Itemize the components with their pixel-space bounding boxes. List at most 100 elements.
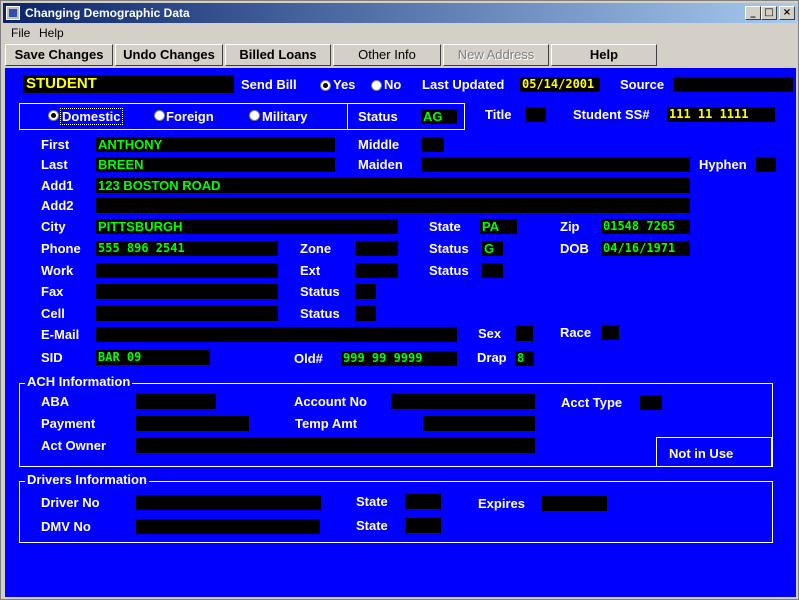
send-bill-yes-radio[interactable] xyxy=(320,80,331,91)
ach-group-title: ACH Information xyxy=(25,374,133,389)
menu-bar: File Help xyxy=(3,23,798,42)
foreign-radio[interactable] xyxy=(154,110,165,121)
address-status-label: Status xyxy=(358,109,398,124)
middle-name-field[interactable] xyxy=(422,137,444,152)
expires-label: Expires xyxy=(478,496,525,511)
zone-label: Zone xyxy=(300,241,332,256)
sid-field[interactable]: BAR 09 xyxy=(96,350,210,365)
hyphen-label: Hyphen xyxy=(699,157,747,172)
other-info-button[interactable]: Other Info xyxy=(333,44,441,66)
drap-field[interactable]: 8 xyxy=(515,351,534,366)
foreign-label[interactable]: Foreign xyxy=(166,109,214,124)
aba-label: ABA xyxy=(41,394,70,409)
driver-state-label: State xyxy=(356,494,388,509)
first-name-field[interactable]: ANTHONY xyxy=(96,137,335,152)
new-address-button[interactable]: New Address xyxy=(443,44,549,66)
menu-file[interactable]: File xyxy=(11,26,30,40)
domestic-radio[interactable] xyxy=(48,110,59,121)
send-bill-no-label[interactable]: No xyxy=(384,77,401,92)
payment-field[interactable] xyxy=(136,416,249,431)
address2-field[interactable] xyxy=(96,198,690,213)
demographic-form: STUDENT Send Bill Yes No Last Updated 05… xyxy=(5,68,796,597)
toolbar: Save Changes Undo Changes Billed Loans O… xyxy=(3,43,798,67)
save-changes-button[interactable]: Save Changes xyxy=(5,44,113,66)
driver-no-field[interactable] xyxy=(136,495,321,510)
fax-status-field[interactable] xyxy=(355,284,376,299)
aba-field[interactable] xyxy=(136,394,216,409)
expires-field[interactable] xyxy=(542,496,607,511)
payment-label: Payment xyxy=(41,416,96,431)
drap-label: Drap xyxy=(477,350,507,365)
ssn-field[interactable]: 111 11 1111 xyxy=(667,107,775,122)
dob-label: DOB xyxy=(560,241,589,256)
sex-field[interactable] xyxy=(516,326,533,341)
act-owner-field[interactable] xyxy=(136,438,535,453)
source-label: Source xyxy=(620,77,665,92)
work-phone-label: Work xyxy=(41,263,74,278)
account-no-label: Account No xyxy=(294,394,367,409)
send-bill-no-radio[interactable] xyxy=(371,80,382,91)
source-field[interactable] xyxy=(673,77,793,92)
close-button[interactable]: × xyxy=(779,6,795,20)
dmv-no-label: DMV No xyxy=(41,519,91,534)
race-field[interactable] xyxy=(602,325,619,340)
military-label[interactable]: Military xyxy=(262,109,308,124)
dob-field[interactable]: 04/16/1971 xyxy=(601,241,690,256)
title-field[interactable] xyxy=(525,107,546,122)
old-number-field[interactable]: 999 99 9999 xyxy=(341,351,457,366)
act-owner-label: Act Owner xyxy=(41,438,107,453)
phone-field[interactable]: 555 896 2541 xyxy=(96,241,278,256)
cell-field[interactable] xyxy=(96,306,278,321)
city-field[interactable]: PITTSBURGH xyxy=(96,219,398,234)
drivers-group-title: Drivers Information xyxy=(25,472,149,487)
last-updated-label: Last Updated xyxy=(422,77,505,92)
phone-status-field[interactable]: G xyxy=(482,241,503,256)
state-label: State xyxy=(429,219,461,234)
ssn-label: Student SS# xyxy=(573,107,650,122)
sid-label: SID xyxy=(41,350,63,365)
address-status-field[interactable]: AG xyxy=(421,109,457,124)
email-field[interactable] xyxy=(96,327,457,342)
last-name-label: Last xyxy=(41,157,68,172)
temp-amt-field[interactable] xyxy=(423,416,535,431)
send-bill-label: Send Bill xyxy=(241,77,297,92)
address1-field[interactable]: 123 BOSTON ROAD xyxy=(96,178,690,193)
work-status-field[interactable] xyxy=(482,263,503,278)
domestic-label[interactable]: Domestic xyxy=(60,108,123,125)
fax-field[interactable] xyxy=(96,284,278,299)
menu-help[interactable]: Help xyxy=(39,26,64,40)
fax-status-label: Status xyxy=(300,284,340,299)
cell-status-field[interactable] xyxy=(355,306,376,321)
temp-amt-label: Temp Amt xyxy=(295,416,358,431)
state-field[interactable]: PA xyxy=(480,219,517,234)
work-phone-field[interactable] xyxy=(96,263,278,278)
driver-no-label: Driver No xyxy=(41,495,100,510)
billed-loans-button[interactable]: Billed Loans xyxy=(225,44,331,66)
military-radio[interactable] xyxy=(249,110,260,121)
hyphen-field[interactable] xyxy=(756,157,776,172)
help-button[interactable]: Help xyxy=(551,44,657,66)
ext-field[interactable] xyxy=(355,263,398,278)
work-status-label: Status xyxy=(429,263,469,278)
last-name-field[interactable]: BREEN xyxy=(96,157,335,172)
middle-name-label: Middle xyxy=(358,137,400,152)
minimize-button[interactable]: _ xyxy=(745,6,761,20)
maiden-name-label: Maiden xyxy=(358,157,403,172)
phone-status-label: Status xyxy=(429,241,469,256)
title-bar[interactable]: Changing Demographic Data _ □ × xyxy=(3,3,798,23)
zip-field[interactable]: 01548 7265 xyxy=(601,219,690,234)
dmv-no-field[interactable] xyxy=(136,519,320,534)
maiden-name-field[interactable] xyxy=(422,157,690,172)
app-icon xyxy=(6,6,20,20)
send-bill-yes-label[interactable]: Yes xyxy=(333,77,355,92)
acct-type-field[interactable] xyxy=(640,395,662,410)
not-in-use-label: Not in Use xyxy=(669,446,734,461)
driver-state-field[interactable] xyxy=(405,494,441,509)
undo-changes-button[interactable]: Undo Changes xyxy=(115,44,223,66)
dmv-state-field[interactable] xyxy=(405,518,441,533)
zone-field[interactable] xyxy=(355,241,398,256)
account-no-field[interactable] xyxy=(391,394,535,409)
window-title: Changing Demographic Data xyxy=(25,6,190,20)
maximize-button[interactable]: □ xyxy=(761,6,777,20)
last-updated-value: 05/14/2001 xyxy=(520,77,600,92)
